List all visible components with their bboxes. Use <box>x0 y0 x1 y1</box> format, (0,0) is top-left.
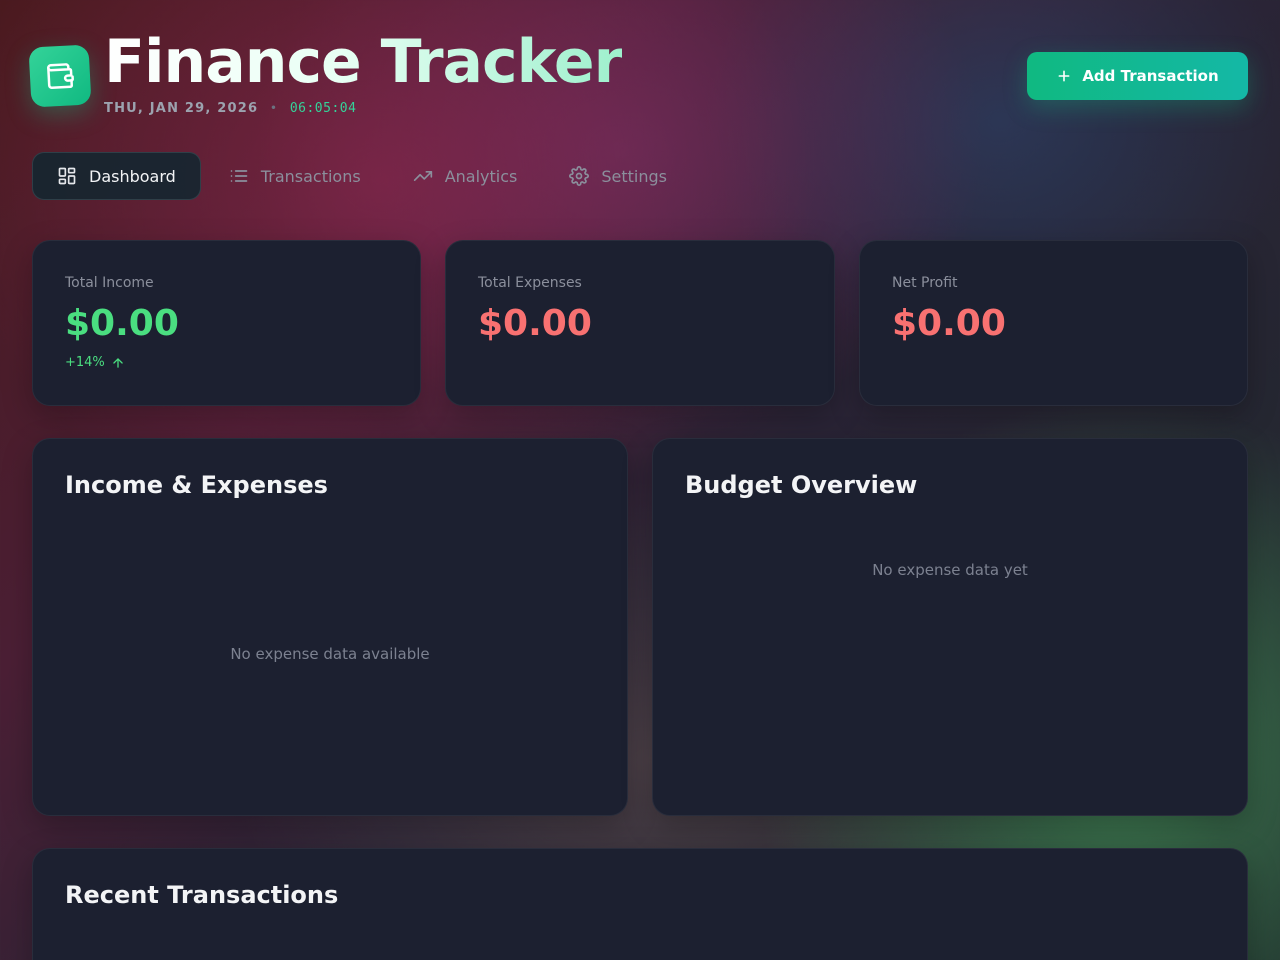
tab-dashboard-label: Dashboard <box>89 166 176 186</box>
budget-overview-panel: Budget Overview No expense data yet <box>652 438 1248 816</box>
budget-overview-title: Budget Overview <box>685 471 918 499</box>
income-expenses-empty-state: No expense data available <box>230 645 430 663</box>
trending-up-icon <box>413 171 432 181</box>
grid-icon <box>58 167 76 185</box>
app-title: Finance Tracker <box>104 27 623 97</box>
tab-analytics-label: Analytics <box>444 166 518 186</box>
budget-empty-state: No expense data yet <box>872 561 1028 579</box>
net-profit-label: Net Profit <box>892 275 958 291</box>
tab-settings[interactable]: Settings <box>545 152 691 200</box>
app-logo <box>28 44 92 108</box>
total-expenses-card: Total Expenses $0.00 <box>445 240 835 406</box>
add-transaction-label: Add Transaction <box>1082 67 1219 85</box>
tab-transactions-label: Transactions <box>260 166 361 186</box>
current-time: 06:05:04 <box>289 101 357 116</box>
total-income-value: $0.00 <box>65 303 179 344</box>
tab-dashboard[interactable]: Dashboard <box>32 152 201 200</box>
income-expenses-title: Income & Expenses <box>65 471 328 499</box>
total-expenses-value: $0.00 <box>478 303 592 344</box>
tab-settings-label: Settings <box>601 166 667 186</box>
total-income-label: Total Income <box>65 275 154 291</box>
recent-transactions-title: Recent Transactions <box>65 881 339 909</box>
income-trend-value: +14% <box>65 355 105 370</box>
add-transaction-button[interactable]: Add Transaction <box>1027 52 1248 100</box>
tab-transactions[interactable]: Transactions <box>205 152 385 200</box>
wallet-icon <box>47 63 74 89</box>
net-profit-value: $0.00 <box>892 303 1006 344</box>
main-nav: Dashboard Transactions Analytics Setting… <box>32 152 691 200</box>
income-expenses-panel: Income & Expenses No expense data availa… <box>32 438 628 816</box>
total-expenses-label: Total Expenses <box>478 275 582 291</box>
total-income-card: Total Income $0.00 +14% <box>32 240 421 406</box>
date-time-line: THU, JAN 29, 2026 • 06:05:04 <box>104 101 356 116</box>
gear-icon <box>569 166 590 186</box>
current-date: THU, JAN 29, 2026 <box>104 101 259 116</box>
income-trend: +14% <box>65 355 125 370</box>
plus-icon <box>1058 70 1070 82</box>
tab-analytics[interactable]: Analytics <box>389 152 542 200</box>
recent-transactions-panel: Recent Transactions <box>32 848 1248 960</box>
net-profit-card: Net Profit $0.00 <box>859 240 1248 406</box>
separator-dot: • <box>270 103 278 114</box>
arrow-up-icon <box>113 357 123 368</box>
list-icon <box>230 170 248 182</box>
